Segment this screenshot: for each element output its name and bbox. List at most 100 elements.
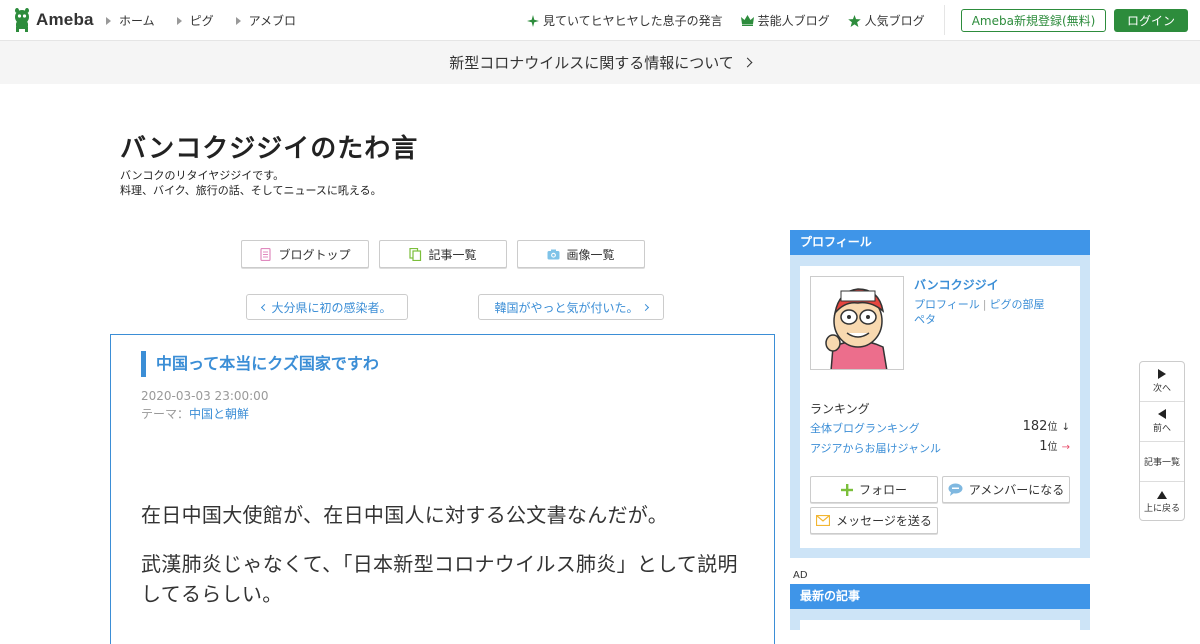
float-prev-label: 前へ xyxy=(1152,424,1171,434)
arrow-down-icon: ↓ xyxy=(1061,422,1070,433)
document-icon xyxy=(260,247,272,261)
triangle-up-icon xyxy=(1157,490,1167,499)
avatar-illustration xyxy=(811,277,903,369)
ranking-label[interactable]: 全体ブログランキング xyxy=(810,422,920,435)
article-paragraph: 在日中国大使館が、在日中国人に対する公文書なんだが。 xyxy=(141,503,668,527)
message-button[interactable]: メッセージを送る xyxy=(810,507,938,534)
profile-body: バンコクジジイ プロフィール | ピグの部屋 ペタ ランキング 全体ブログランキング… xyxy=(800,266,1080,548)
plus-icon xyxy=(840,483,853,496)
ameba-mascot-icon xyxy=(15,8,29,32)
article-paragraph: 武漢肺炎じゃなくて、「日本新型コロナウイルス肺炎」として説明してるらしい。 xyxy=(141,552,738,606)
nav-pig[interactable]: ピグ xyxy=(176,12,214,29)
amember-button[interactable]: アメンバーになる xyxy=(942,476,1070,503)
latest-heading: 最新の記事 xyxy=(790,584,1090,609)
header-divider xyxy=(944,5,945,35)
floating-nav: 次へ 前へ 記事一覧 上に戻る xyxy=(1139,361,1185,521)
hot-link-label: 芸能人ブログ xyxy=(757,14,830,28)
triangle-right-icon xyxy=(235,16,241,25)
crown-icon xyxy=(740,15,754,26)
global-header: Ameba ホーム ピグ アメブロ 見ていてヒヤヒヤした息子の発言 芸能人ブログ… xyxy=(0,0,1200,41)
prev-entry-label: 大分県に初の感染者。 xyxy=(271,300,392,315)
ranking-number: 182 xyxy=(1022,419,1048,434)
profile-link[interactable]: プロフィール xyxy=(914,298,980,311)
triangle-right-icon xyxy=(106,16,111,25)
speech-bubble-icon xyxy=(948,483,963,496)
chevron-left-icon xyxy=(261,303,269,311)
tab-label: ブログトップ xyxy=(278,247,351,262)
envelope-icon xyxy=(816,515,831,526)
ranking-unit: 位 xyxy=(1047,442,1058,453)
covid-notice-link[interactable]: 新型コロナウイルスに関する情報について xyxy=(0,41,1200,84)
latest-entries-widget: 最新の記事 xyxy=(790,584,1090,640)
tab-label: 画像一覧 xyxy=(566,247,615,262)
profile-name[interactable]: バンコクジジイ xyxy=(914,276,999,293)
triangle-right-icon xyxy=(176,16,182,25)
nav-label: アメブロ xyxy=(248,14,297,28)
article: 中国って本当にクズ国家ですわ 2020-03-03 23:00:00 テーマ：中… xyxy=(110,334,775,644)
hot-link-label: 人気ブログ xyxy=(864,14,925,28)
pig-room-link[interactable]: ピグの部屋 xyxy=(990,298,1045,311)
global-nav: ホーム ピグ アメブロ xyxy=(106,12,296,29)
star-icon xyxy=(847,14,861,27)
ranking-row: 全体ブログランキング 182位 ↓ xyxy=(810,418,1070,436)
hot-link-topic[interactable]: 見ていてヒヤヒヤした息子の発言 xyxy=(527,12,723,29)
ad-label: AD xyxy=(793,570,808,581)
theme-link[interactable]: 中国と朝鮮 xyxy=(189,407,249,421)
blog-title[interactable]: バンコクジジイのたわ言 xyxy=(120,128,418,165)
login-button[interactable]: ログイン xyxy=(1114,9,1188,32)
latest-body xyxy=(800,620,1080,640)
profile-heading: プロフィール xyxy=(790,230,1090,255)
tab-image-list[interactable]: 画像一覧 xyxy=(517,240,645,268)
nav-label: ピグ xyxy=(189,14,214,28)
triangle-left-icon xyxy=(1158,409,1166,419)
arrow-right-icon: → xyxy=(1061,442,1070,453)
prev-entry-link[interactable]: 大分県に初の感染者。 xyxy=(246,294,408,320)
next-entry-link[interactable]: 韓国がやっと気が付いた。 xyxy=(478,294,664,320)
follow-button[interactable]: フォロー xyxy=(810,476,938,503)
ranking-value: 1位 → xyxy=(1039,438,1070,454)
follow-label: フォロー xyxy=(858,483,907,497)
ameba-logo[interactable]: Ameba xyxy=(12,8,94,32)
link-separator: | xyxy=(982,298,987,311)
copy-icon xyxy=(409,247,422,261)
logo-text: Ameba xyxy=(36,10,94,29)
float-next-label: 次へ xyxy=(1152,384,1171,394)
blog-tabs: ブログトップ 記事一覧 画像一覧 xyxy=(241,240,645,268)
ranking-unit: 位 xyxy=(1047,422,1058,433)
register-button[interactable]: Ameba新規登録(無料) xyxy=(961,9,1106,32)
float-top-button[interactable]: 上に戻る xyxy=(1140,482,1184,522)
blog-description: バンコクのリタイヤジジイです。 料理、バイク、旅行の話、そしてニュースに吼える。 xyxy=(120,168,382,198)
camera-icon xyxy=(547,249,560,259)
peta-link[interactable]: ペタ xyxy=(914,311,936,327)
ranking-value: 182位 ↓ xyxy=(1023,418,1070,434)
amember-label: アメンバーになる xyxy=(968,483,1065,497)
hot-link-celebrity[interactable]: 芸能人ブログ xyxy=(740,12,830,29)
float-next-button[interactable]: 次へ xyxy=(1140,362,1184,402)
chevron-right-icon xyxy=(742,57,753,68)
theme-prefix: テーマ： xyxy=(141,407,190,421)
tab-entry-list[interactable]: 記事一覧 xyxy=(379,240,507,268)
float-list-label: 記事一覧 xyxy=(1143,458,1180,468)
blog-description-line: バンコクのリタイヤジジイです。 xyxy=(120,169,285,182)
triangle-right-icon xyxy=(1158,369,1166,379)
ranking-heading: ランキング xyxy=(810,402,870,416)
nav-ameblo[interactable]: アメブロ xyxy=(235,12,297,29)
tab-blog-top[interactable]: ブログトップ xyxy=(241,240,369,268)
ranking-label[interactable]: アジアからお届けジャンル xyxy=(810,442,941,455)
nav-label: ホーム xyxy=(119,14,155,28)
hot-link-popular[interactable]: 人気ブログ xyxy=(847,12,925,29)
hot-link-label: 見ていてヒヤヒヤした息子の発言 xyxy=(543,14,723,28)
nav-home[interactable]: ホーム xyxy=(106,12,155,29)
float-prev-button[interactable]: 前へ xyxy=(1140,402,1184,442)
article-title[interactable]: 中国って本当にクズ国家ですわ xyxy=(141,351,379,377)
chevron-right-icon xyxy=(641,303,649,311)
article-theme: テーマ：中国と朝鮮 xyxy=(141,405,249,422)
message-label: メッセージを送る xyxy=(836,514,932,528)
notice-text: 新型コロナウイルスに関する情報について xyxy=(449,54,734,72)
profile-links: プロフィール | ピグの部屋 xyxy=(914,296,1045,312)
blog-description-line: 料理、バイク、旅行の話、そしてニュースに吼える。 xyxy=(120,184,382,197)
sparkle-icon xyxy=(527,14,539,27)
float-list-button[interactable]: 記事一覧 xyxy=(1140,442,1184,482)
avatar[interactable] xyxy=(810,276,904,370)
hot-links: 見ていてヒヤヒヤした息子の発言 芸能人ブログ 人気ブログ xyxy=(527,12,925,29)
